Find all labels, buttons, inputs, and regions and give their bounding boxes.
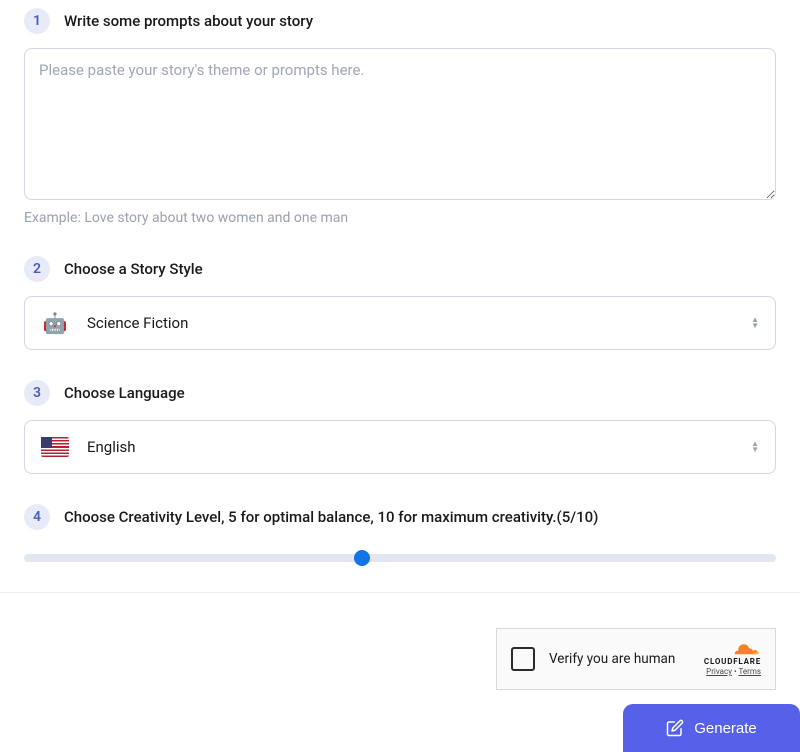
- step3-number: 3: [24, 380, 50, 406]
- step2-number: 2: [24, 256, 50, 282]
- captcha-checkbox[interactable]: [511, 647, 535, 671]
- story-prompt-input[interactable]: [24, 48, 776, 200]
- language-select[interactable]: English ▲▼: [24, 420, 776, 474]
- step4-title: Choose Creativity Level, 5 for optimal b…: [64, 508, 598, 526]
- step3-section: 3 Choose Language English ▲▼: [24, 380, 776, 474]
- flag-us-icon: [41, 436, 69, 458]
- divider: [0, 592, 800, 593]
- robot-icon: 🤖: [41, 312, 69, 334]
- step2-header: 2 Choose a Story Style: [24, 256, 776, 282]
- edit-icon: [666, 719, 684, 737]
- language-value: English: [87, 438, 751, 456]
- story-style-value: Science Fiction: [87, 314, 751, 332]
- generate-button[interactable]: Generate: [623, 704, 800, 752]
- captcha-widget: Verify you are human CLOUDFLARE Privacy …: [496, 628, 776, 690]
- step4-header: 4 Choose Creativity Level, 5 for optimal…: [24, 504, 776, 530]
- chevron-sort-icon: ▲▼: [751, 441, 759, 453]
- step2-title: Choose a Story Style: [64, 260, 203, 278]
- captcha-text: Verify you are human: [549, 651, 690, 667]
- step1-header: 1 Write some prompts about your story: [24, 8, 776, 34]
- cloudflare-icon: [731, 642, 761, 656]
- generate-button-label: Generate: [694, 720, 757, 737]
- captcha-brand: CLOUDFLARE Privacy • Terms: [704, 642, 761, 676]
- step3-title: Choose Language: [64, 384, 185, 402]
- step2-section: 2 Choose a Story Style 🤖 Science Fiction…: [24, 256, 776, 350]
- slider-thumb[interactable]: [354, 550, 370, 566]
- step4-section: 4 Choose Creativity Level, 5 for optimal…: [24, 504, 776, 568]
- captcha-privacy-link[interactable]: Privacy: [706, 667, 732, 676]
- captcha-terms-link[interactable]: Terms: [739, 667, 761, 676]
- step4-number: 4: [24, 504, 50, 530]
- step1-title: Write some prompts about your story: [64, 12, 313, 30]
- step1-section: 1 Write some prompts about your story Ex…: [24, 8, 776, 226]
- chevron-sort-icon: ▲▼: [751, 317, 759, 329]
- slider-track: [24, 554, 776, 562]
- story-style-select[interactable]: 🤖 Science Fiction ▲▼: [24, 296, 776, 350]
- creativity-slider[interactable]: [24, 548, 776, 568]
- step1-number: 1: [24, 8, 50, 34]
- captcha-brand-name: CLOUDFLARE: [704, 657, 761, 666]
- example-text: Example: Love story about two women and …: [24, 210, 776, 226]
- step3-header: 3 Choose Language: [24, 380, 776, 406]
- captcha-links: Privacy • Terms: [706, 667, 761, 676]
